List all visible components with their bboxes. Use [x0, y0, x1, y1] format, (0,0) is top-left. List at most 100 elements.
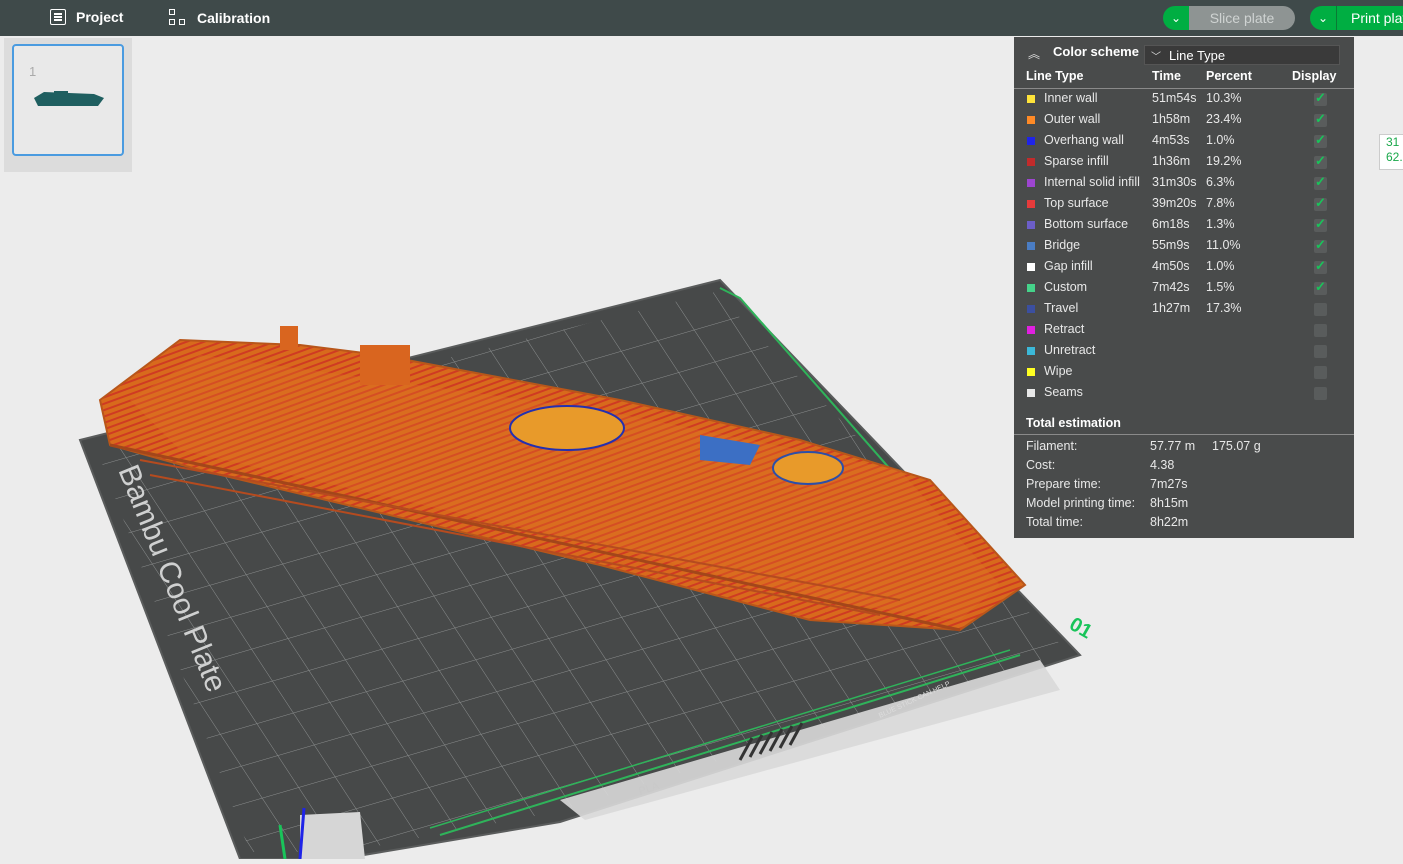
line-type-name: Gap infill [1044, 259, 1093, 273]
legend-row: Wipe [1014, 362, 1354, 383]
color-swatch [1027, 158, 1035, 166]
line-type-time: 1h58m [1152, 112, 1191, 126]
cost-value: 4.38 [1150, 458, 1175, 472]
display-checkbox[interactable] [1314, 195, 1327, 211]
line-type-percent: 1.5% [1206, 280, 1235, 294]
line-type-time: 1h36m [1152, 154, 1191, 168]
color-swatch [1027, 221, 1035, 229]
divider [1014, 434, 1354, 435]
line-type-name: Bridge [1044, 238, 1081, 252]
legend-row: Internal solid infill 31m30s 6.3% [1014, 173, 1354, 194]
ship-thumbnail-image [34, 91, 104, 106]
display-checkbox[interactable] [1314, 216, 1327, 232]
line-type-percent: 6.3% [1206, 175, 1235, 189]
line-type-time: 6m18s [1152, 217, 1190, 231]
line-type-name: Seams [1044, 385, 1083, 399]
display-checkbox[interactable] [1314, 279, 1327, 295]
line-type-name: Overhang wall [1044, 133, 1124, 147]
col-time: Time [1152, 69, 1181, 83]
line-type-name: Unretract [1044, 343, 1096, 357]
color-swatch [1027, 305, 1035, 313]
display-checkbox[interactable] [1314, 90, 1327, 106]
line-type-time: 4m50s [1152, 259, 1190, 273]
legend-row: Custom 7m42s 1.5% [1014, 278, 1354, 299]
tab-calibration[interactable]: Calibration [169, 9, 270, 27]
collapse-icon[interactable]: ︽ [1028, 45, 1040, 62]
layer-readout: 31 62. [1379, 134, 1403, 170]
color-swatch [1027, 179, 1035, 187]
layer-readout-line2: 62. [1386, 150, 1403, 164]
color-swatch [1027, 284, 1035, 292]
project-icon [50, 9, 66, 25]
line-type-percent: 10.3% [1206, 91, 1242, 105]
legend-row: Travel 1h27m 17.3% [1014, 299, 1354, 320]
legend-row: Bottom surface 6m18s 1.3% [1014, 215, 1354, 236]
line-type-percent: 11.0% [1206, 238, 1241, 252]
line-type-name: Inner wall [1044, 91, 1098, 105]
line-type-name: Wipe [1044, 364, 1073, 378]
color-scheme-value: Line Type [1169, 48, 1226, 63]
model-printing-time-label: Model printing time: [1026, 496, 1136, 510]
line-type-percent: 19.2% [1206, 154, 1242, 168]
col-line-type: Line Type [1026, 69, 1084, 83]
line-type-percent: 7.8% [1206, 196, 1235, 210]
slice-dropdown-button[interactable]: ⌄ [1163, 6, 1189, 30]
slice-plate-group: ⌄ Slice plate [1163, 6, 1295, 30]
line-type-name: Sparse infill [1044, 154, 1109, 168]
line-type-time: 55m9s [1152, 238, 1190, 252]
slice-plate-button[interactable]: Slice plate [1189, 6, 1295, 30]
legend-row: Sparse infill 1h36m 19.2% [1014, 152, 1354, 173]
color-swatch [1027, 263, 1035, 271]
line-type-percent: 1.0% [1206, 259, 1235, 273]
line-type-percent: 23.4% [1206, 112, 1242, 126]
color-swatch [1027, 389, 1035, 397]
legend-row: Overhang wall 4m53s 1.0% [1014, 131, 1354, 152]
model-printing-time-value: 8h15m [1150, 496, 1189, 510]
cost-label: Cost: [1026, 458, 1056, 472]
line-type-time: 4m53s [1152, 133, 1190, 147]
color-swatch [1027, 368, 1035, 376]
line-type-percent: 17.3% [1206, 301, 1242, 315]
legend-column-headers: Line Type Time Percent Display [1014, 67, 1354, 89]
filament-weight: 175.07 g [1212, 439, 1261, 453]
plate-thumbnail[interactable]: 1 [12, 44, 124, 156]
prepare-time-value: 7m27s [1150, 477, 1188, 491]
legend-row: Outer wall 1h58m 23.4% [1014, 110, 1354, 131]
line-type-name: Bottom surface [1044, 217, 1129, 231]
line-type-name: Internal solid infill [1044, 175, 1140, 189]
display-checkbox[interactable] [1314, 387, 1327, 400]
display-checkbox[interactable] [1314, 303, 1327, 316]
legend-row: Top surface 39m20s 7.8% [1014, 194, 1354, 215]
color-scheme-select[interactable]: ﹀ Line Type [1144, 45, 1340, 65]
chevron-down-icon: ⌄ [1317, 11, 1329, 25]
display-checkbox[interactable] [1314, 345, 1327, 358]
plate-id-text: 01 [1066, 613, 1096, 643]
print-dropdown-button[interactable]: ⌄ [1310, 6, 1337, 30]
plate-list-panel: 1 [4, 38, 132, 172]
display-checkbox[interactable] [1314, 111, 1327, 127]
chevron-down-icon: ⌄ [1170, 11, 1182, 25]
display-checkbox[interactable] [1314, 237, 1327, 253]
legend-row: Unretract [1014, 341, 1354, 362]
legend-row: Bridge 55m9s 11.0% [1014, 236, 1354, 257]
display-checkbox[interactable] [1314, 258, 1327, 274]
filament-label: Filament: [1026, 439, 1078, 453]
total-time-label: Total time: [1026, 515, 1083, 529]
color-swatch [1027, 326, 1035, 334]
display-checkbox[interactable] [1314, 366, 1327, 379]
line-type-time: 39m20s [1152, 196, 1197, 210]
color-swatch [1027, 116, 1035, 124]
display-checkbox[interactable] [1314, 324, 1327, 337]
legend-row: Seams [1014, 383, 1354, 404]
top-toolbar: Project Calibration ⌄ Slice plate ⌄ Prin… [0, 0, 1403, 36]
color-scheme-label: Color scheme [1053, 44, 1139, 59]
line-type-percent: 1.0% [1206, 133, 1235, 147]
display-checkbox[interactable] [1314, 132, 1327, 148]
display-checkbox[interactable] [1314, 174, 1327, 190]
line-type-time: 31m30s [1152, 175, 1197, 189]
display-checkbox[interactable] [1314, 153, 1327, 169]
tab-project[interactable]: Project [50, 9, 123, 25]
tab-calibration-label: Calibration [197, 10, 271, 26]
line-type-name: Custom [1044, 280, 1088, 294]
print-plate-button[interactable]: Print plate [1337, 6, 1403, 30]
